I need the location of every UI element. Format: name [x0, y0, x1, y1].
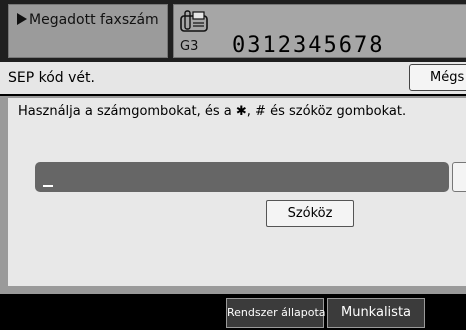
panel-body: Használja a számgombokat, és a ✱, # és s… — [8, 98, 466, 286]
job-list-button[interactable]: Munkalista — [327, 298, 425, 328]
footer-bar: Rendszer állapota Munkalista — [0, 294, 466, 330]
fax-number-display: 0312345678 — [232, 33, 385, 58]
destination-label-text: Megadott faxszám — [29, 12, 159, 28]
destination-number-box: G3 0312345678 — [173, 4, 466, 58]
destination-label-box: Megadott faxszám — [8, 4, 168, 58]
fax-machine-icon — [180, 10, 208, 32]
panel-title: SEP kód vét. — [8, 70, 95, 86]
panel-title-bar: SEP kód vét. Mégs — [0, 62, 466, 96]
destination-label: Megadott faxszám — [17, 12, 159, 28]
system-status-button[interactable]: Rendszer állapota — [226, 298, 326, 328]
cancel-button[interactable]: Mégs — [409, 64, 466, 91]
space-button[interactable]: Szóköz — [266, 200, 354, 227]
text-cursor — [43, 185, 53, 187]
play-arrow-icon — [17, 13, 27, 25]
sep-code-input[interactable] — [35, 162, 449, 192]
sep-code-panel: SEP kód vét. Mégs Használja a számgombok… — [0, 62, 466, 294]
input-side-button[interactable] — [452, 162, 466, 192]
header-bar: Megadott faxszám G3 0312345678 — [0, 0, 466, 62]
instruction-text: Használja a számgombokat, és a ✱, # és s… — [18, 104, 407, 119]
transmission-mode-label: G3 — [180, 39, 199, 54]
